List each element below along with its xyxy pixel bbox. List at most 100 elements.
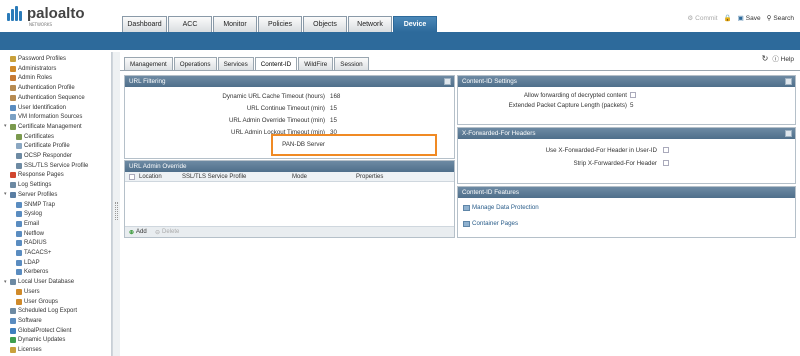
add-label: Add [136, 229, 147, 235]
sidebar-splitter[interactable] [112, 52, 120, 356]
sidebar-item-label: LDAP [24, 259, 40, 266]
sidebar-item[interactable]: GlobalProtect Client [10, 326, 71, 336]
sidebar-item[interactable]: Password Profiles [10, 54, 66, 64]
expand-toggle-icon[interactable]: ▾ [4, 279, 9, 285]
sidebar-item[interactable]: Log Settings [10, 180, 51, 190]
sidebar-item[interactable]: OCSP Responder [16, 151, 72, 161]
tab-objects[interactable]: Objects [303, 16, 347, 32]
sidebar-item[interactable]: ▾ Local User Database [4, 277, 74, 287]
edit-gear-icon[interactable] [785, 78, 792, 85]
tab-services[interactable]: Services [217, 57, 254, 70]
sidebar-item[interactable]: LDAP [16, 258, 40, 268]
tab-policies[interactable]: Policies [258, 16, 302, 32]
sidebar-item-label: Scheduled Log Export [18, 308, 78, 315]
delete-button[interactable]: ⊖ Delete [155, 229, 179, 236]
sidebar-item[interactable]: RADIUS [16, 238, 47, 248]
sidebar-item[interactable]: Netflow [16, 229, 44, 239]
sidebar-item[interactable]: Certificate Profile [16, 141, 70, 151]
save-button[interactable]: ▣ Save [738, 14, 761, 23]
auth-icon [10, 85, 16, 92]
sidebar-item[interactable]: User Identification [10, 103, 66, 113]
sidebar-item[interactable]: Dynamic Updates [10, 335, 65, 345]
main-area: ↻ ⓘ Help Management Operations Services … [120, 50, 800, 356]
sidebar-item[interactable]: Software [10, 316, 42, 326]
sidebar-item[interactable]: SSL/TLS Service Profile [16, 161, 88, 171]
tab-acc[interactable]: ACC [168, 16, 212, 32]
column-location[interactable]: Location [139, 174, 162, 180]
globalprotect-icon [10, 327, 16, 334]
sidebar-item-label: Certificate Management [18, 123, 82, 130]
tab-wildfire[interactable]: WildFire [298, 57, 334, 70]
column-properties[interactable]: Properties [356, 174, 383, 180]
column-ssl-tls-profile[interactable]: SSL/TLS Service Profile [182, 174, 246, 180]
field-label: Dynamic URL Cache Timeout (hours) [222, 92, 325, 100]
sidebar-item-label: Syslog [24, 211, 43, 218]
help-label: Help [780, 56, 794, 63]
sidebar-item[interactable]: Licenses [10, 345, 42, 355]
select-all-checkbox[interactable] [129, 174, 135, 180]
column-mode[interactable]: Mode [292, 174, 307, 180]
sidebar-item[interactable]: SNMP Trap [16, 200, 55, 210]
edit-gear-icon[interactable] [785, 130, 792, 137]
panel-header: URL Admin Override [125, 161, 454, 172]
search-button[interactable]: ⚲ Search [767, 14, 794, 23]
lock-button[interactable]: 🔒 [724, 14, 732, 22]
sidebar-item[interactable]: Administrators [10, 64, 56, 74]
splitter-grip[interactable] [115, 202, 118, 220]
panel-header: X-Forwarded-For Headers [458, 128, 795, 139]
xff-headers-panel: X-Forwarded-For Headers Use X-Forwarded-… [457, 127, 796, 184]
tab-session[interactable]: Session [334, 57, 369, 70]
log-icon [10, 182, 16, 189]
commit-button[interactable]: ⚙ Commit [687, 14, 717, 23]
sidebar-item[interactable]: Email [16, 219, 39, 229]
syslog-icon [16, 211, 22, 218]
sidebar-item[interactable]: ▾ Certificate Management [4, 122, 82, 132]
help-button[interactable]: ⓘ Help [772, 53, 794, 63]
content-id-settings-panel: Content-ID Settings Allow forwarding of … [457, 75, 796, 125]
tab-content-id[interactable]: Content-ID [254, 57, 298, 70]
server-icon [10, 191, 16, 198]
netflow-icon [16, 230, 22, 237]
sidebar-item[interactable]: VM Information Sources [10, 112, 82, 122]
expand-toggle-icon[interactable]: ▾ [4, 124, 9, 129]
vm-icon [10, 114, 16, 121]
sidebar-item[interactable]: Admin Roles [10, 73, 52, 83]
expand-toggle-icon[interactable]: ▾ [4, 192, 9, 197]
container-pages-link[interactable]: Container Pages [463, 220, 518, 227]
sidebar-item[interactable]: Users [16, 287, 40, 297]
allow-forwarding-checkbox[interactable] [630, 92, 636, 98]
sidebar-item[interactable]: User Groups [16, 297, 58, 307]
form-row: Allow forwarding of decrypted content [458, 90, 797, 100]
field-value: 5 [630, 101, 634, 109]
ldap-icon [16, 259, 22, 266]
field-value: 15 [330, 104, 337, 112]
edit-gear-icon[interactable] [444, 78, 451, 85]
sidebar-item[interactable]: Certificates [16, 132, 54, 142]
use-xff-checkbox[interactable] [663, 147, 669, 153]
sidebar-item-label: Software [18, 317, 42, 324]
kerberos-icon [16, 269, 22, 276]
tab-device[interactable]: Device [393, 16, 437, 32]
field-value: 168 [330, 92, 341, 100]
form-row: URL Admin Override Timeout (min) 15 [125, 115, 456, 125]
tab-dashboard[interactable]: Dashboard [122, 16, 167, 32]
sidebar-item-label: Administrators [18, 65, 57, 72]
tab-network[interactable]: Network [348, 16, 392, 32]
sidebar-item[interactable]: ▾ Server Profiles [4, 190, 57, 200]
sidebar-item-label: Log Settings [18, 182, 52, 189]
tab-monitor[interactable]: Monitor [213, 16, 257, 32]
refresh-icon[interactable]: ↻ [762, 54, 769, 63]
sidebar-item[interactable]: Authentication Sequence [10, 93, 85, 103]
add-button[interactable]: ⊕ Add [129, 229, 147, 236]
tab-management[interactable]: Management [124, 57, 173, 70]
sidebar-item[interactable]: Kerberos [16, 267, 48, 277]
strip-xff-checkbox[interactable] [663, 160, 669, 166]
sidebar-item[interactable]: Scheduled Log Export [10, 306, 77, 316]
sidebar-item[interactable]: Syslog [16, 209, 42, 219]
sidebar-item[interactable]: TACACS+ [16, 248, 51, 258]
tab-operations[interactable]: Operations [173, 57, 217, 70]
manage-data-protection-link[interactable]: Manage Data Protection [463, 204, 539, 211]
sidebar-item-label: Local User Database [18, 279, 75, 286]
sidebar-item[interactable]: Authentication Profile [10, 83, 75, 93]
sidebar-item[interactable]: Response Pages [10, 170, 64, 180]
